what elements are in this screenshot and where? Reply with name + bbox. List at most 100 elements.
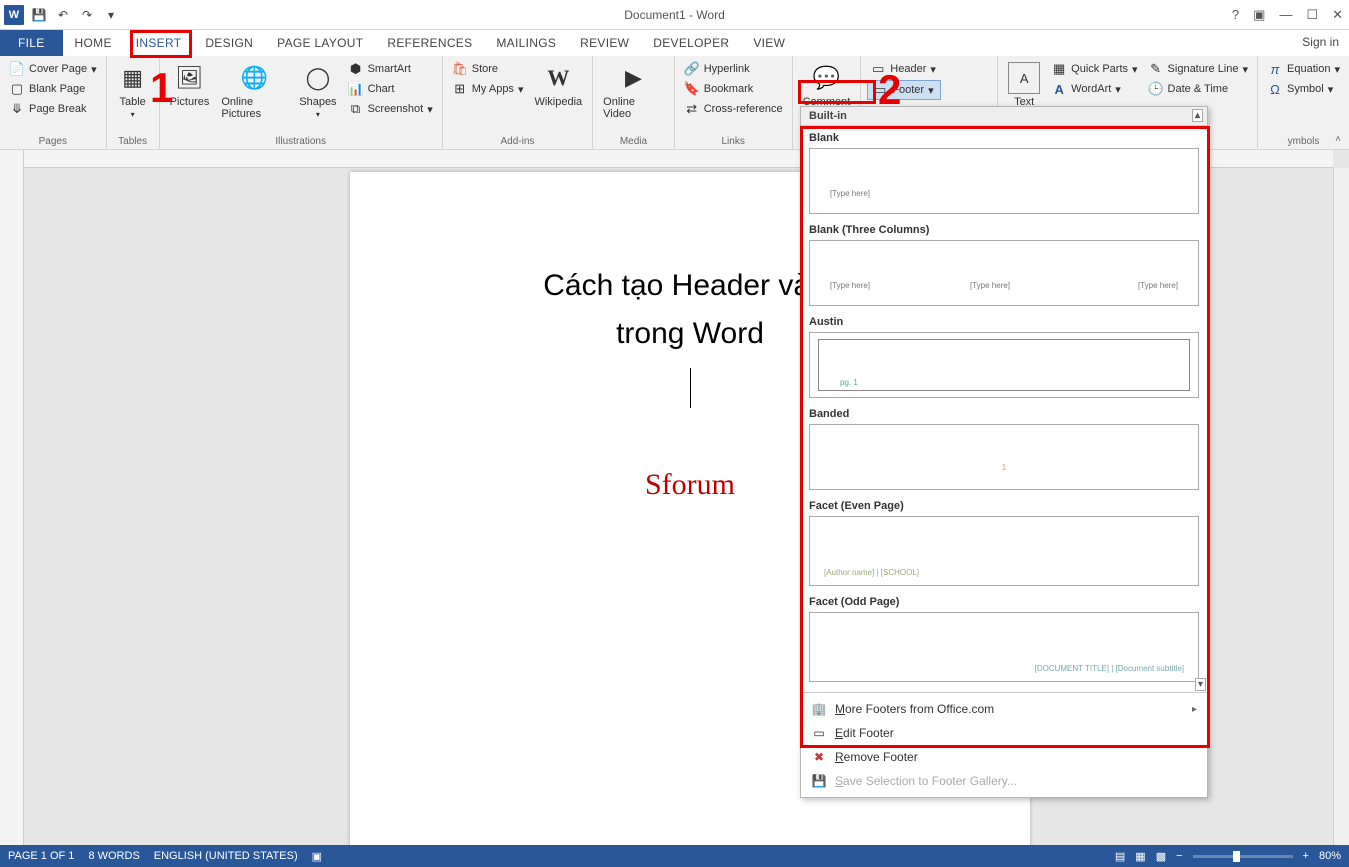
more-footers-menu-item[interactable]: 🏢 More Footers from Office.com ▸ — [801, 697, 1207, 721]
cover-page-button[interactable]: 📄Cover Page ▾ — [6, 60, 100, 78]
close-icon[interactable]: ✕ — [1332, 7, 1343, 23]
gallery-item-facet-odd[interactable]: [DOCUMENT TITLE] | [Document subtitle] — [809, 612, 1199, 682]
collapse-ribbon-icon[interactable]: ˄ — [1335, 134, 1341, 145]
qat-customize-icon[interactable]: ▾ — [102, 6, 120, 24]
gallery-item-title: Facet (Even Page) — [809, 500, 1199, 512]
pictures-button[interactable]: 🖼Pictures — [166, 60, 214, 134]
tab-mailings[interactable]: MAILINGS — [484, 30, 568, 56]
word-logo-icon: W — [4, 5, 24, 25]
store-button[interactable]: 🛍Store — [449, 60, 527, 78]
group-illustrations: 🖼Pictures 🌐Online Pictures ◯Shapes▾ ⬢Sma… — [160, 56, 443, 149]
status-language[interactable]: ENGLISH (UNITED STATES) — [154, 850, 298, 862]
title-bar: W 💾 ↶ ↷ ▾ Document1 - Word ? ▣ — ☐ ✕ — [0, 0, 1349, 30]
remove-footer-menu-item[interactable]: ✖ Remove Footer — [801, 745, 1207, 769]
my-apps-button[interactable]: ⊞My Apps ▾ — [449, 80, 527, 98]
quick-parts-button[interactable]: ▦Quick Parts ▾ — [1048, 60, 1140, 78]
help-icon[interactable]: ? — [1232, 7, 1239, 22]
zoom-thumb[interactable] — [1233, 851, 1240, 862]
header-icon: ▭ — [870, 61, 886, 77]
ribbon-display-icon[interactable]: ▣ — [1253, 7, 1265, 23]
gallery-item-austin[interactable]: pg. 1 — [809, 332, 1199, 398]
footer-gallery-dropdown: Built-in ▴ Blank [Type here] Blank (Thre… — [800, 106, 1208, 798]
tab-design[interactable]: DESIGN — [193, 30, 265, 56]
gallery-item-facet-even[interactable]: [Author name] | [SCHOOL] — [809, 516, 1199, 586]
blank-page-button[interactable]: ▢Blank Page — [6, 80, 100, 98]
page-break-icon: ⤋ — [9, 101, 25, 117]
table-icon: ▦ — [117, 62, 149, 94]
symbol-button[interactable]: ΩSymbol ▾ — [1264, 80, 1343, 98]
tab-view[interactable]: VIEW — [741, 30, 797, 56]
window-controls: ? ▣ — ☐ ✕ — [1232, 7, 1343, 23]
signature-line-button[interactable]: ✎Signature Line ▾ — [1145, 60, 1251, 78]
equation-icon: π — [1267, 61, 1283, 77]
zoom-in-icon[interactable]: + — [1303, 850, 1309, 862]
online-pictures-button[interactable]: 🌐Online Pictures — [217, 60, 291, 134]
macro-record-icon[interactable]: ▣ — [312, 850, 322, 863]
group-addins: 🛍Store ⊞My Apps ▾ WWikipedia Add-ins — [443, 56, 593, 149]
gallery-scroll-down-icon[interactable]: ▾ — [1195, 678, 1206, 691]
group-media: ▶Online Video Media — [593, 56, 675, 149]
online-video-icon: ▶ — [617, 62, 649, 94]
bookmark-button[interactable]: 🔖Bookmark — [681, 80, 786, 98]
gallery-item-blank-three-columns[interactable]: [Type here] [Type here] [Type here] — [809, 240, 1199, 306]
tab-developer[interactable]: DEVELOPER — [641, 30, 741, 56]
hyperlink-icon: 🔗 — [684, 61, 700, 77]
status-page[interactable]: PAGE 1 OF 1 — [8, 850, 74, 862]
vertical-scrollbar[interactable] — [1333, 168, 1349, 845]
zoom-slider[interactable] — [1193, 855, 1293, 858]
gallery-menu: 🏢 More Footers from Office.com ▸ ▭ Edit … — [801, 692, 1207, 797]
tab-page-layout[interactable]: PAGE LAYOUT — [265, 30, 375, 56]
view-print-layout-icon[interactable]: ▦ — [1135, 850, 1145, 863]
tab-file[interactable]: FILE — [0, 30, 63, 56]
gallery-item-blank[interactable]: [Type here] — [809, 148, 1199, 214]
hyperlink-button[interactable]: 🔗Hyperlink — [681, 60, 786, 78]
cross-reference-button[interactable]: ⇄Cross-reference — [681, 100, 786, 118]
gallery-item-banded[interactable]: 1 — [809, 424, 1199, 490]
minimize-icon[interactable]: — — [1279, 7, 1292, 22]
edit-footer-icon: ▭ — [811, 725, 827, 741]
online-pictures-icon: 🌐 — [238, 62, 270, 94]
smartart-button[interactable]: ⬢SmartArt — [345, 60, 436, 78]
shapes-button[interactable]: ◯Shapes▾ — [295, 60, 340, 134]
header-button[interactable]: ▭Header ▾ — [867, 60, 941, 78]
table-button[interactable]: ▦Table▾ — [113, 60, 153, 121]
tab-home[interactable]: HOME — [63, 30, 124, 56]
view-read-mode-icon[interactable]: ▤ — [1115, 850, 1125, 863]
footer-button[interactable]: ▭Footer ▾ — [867, 80, 941, 100]
online-video-button[interactable]: ▶Online Video — [599, 60, 668, 122]
undo-icon[interactable]: ↶ — [54, 6, 72, 24]
tab-review[interactable]: REVIEW — [568, 30, 641, 56]
zoom-level[interactable]: 80% — [1319, 850, 1341, 862]
edit-footer-menu-item[interactable]: ▭ Edit Footer — [801, 721, 1207, 745]
chart-icon: 📊 — [348, 81, 364, 97]
gallery-item-title: Blank (Three Columns) — [809, 224, 1199, 236]
equation-button[interactable]: πEquation ▾ — [1264, 60, 1343, 78]
wikipedia-icon: W — [542, 62, 574, 94]
wordart-button[interactable]: AWordArt ▾ — [1048, 80, 1140, 98]
tab-insert[interactable]: INSERT — [124, 30, 194, 56]
redo-icon[interactable]: ↷ — [78, 6, 96, 24]
office-icon: 🏢 — [811, 701, 827, 717]
tab-references[interactable]: REFERENCES — [375, 30, 484, 56]
chart-button[interactable]: 📊Chart — [345, 80, 436, 98]
wikipedia-button[interactable]: WWikipedia — [530, 60, 586, 134]
group-label-illustrations: Illustrations — [166, 136, 436, 147]
maximize-icon[interactable]: ☐ — [1306, 7, 1318, 23]
date-time-button[interactable]: 🕒Date & Time — [1145, 80, 1251, 98]
save-icon[interactable]: 💾 — [30, 6, 48, 24]
screenshot-button[interactable]: ⧉Screenshot ▾ — [345, 100, 436, 118]
save-to-gallery-menu-item: 💾 Save Selection to Footer Gallery... — [801, 769, 1207, 793]
group-label-addins: Add-ins — [449, 136, 586, 147]
view-web-layout-icon[interactable]: ▩ — [1156, 850, 1166, 863]
gallery-scroll-up-icon[interactable]: ▴ — [1192, 109, 1203, 122]
sign-in-link[interactable]: Sign in — [1302, 35, 1339, 49]
status-words[interactable]: 8 WORDS — [88, 850, 139, 862]
cover-page-icon: 📄 — [9, 61, 25, 77]
group-tables: ▦Table▾ Tables — [107, 56, 160, 149]
shapes-icon: ◯ — [302, 62, 334, 94]
page-break-button[interactable]: ⤋Page Break — [6, 100, 100, 118]
comment-button[interactable]: 💬Comment — [799, 60, 855, 110]
zoom-out-icon[interactable]: − — [1176, 850, 1182, 862]
bookmark-icon: 🔖 — [684, 81, 700, 97]
wordart-icon: A — [1051, 81, 1067, 97]
